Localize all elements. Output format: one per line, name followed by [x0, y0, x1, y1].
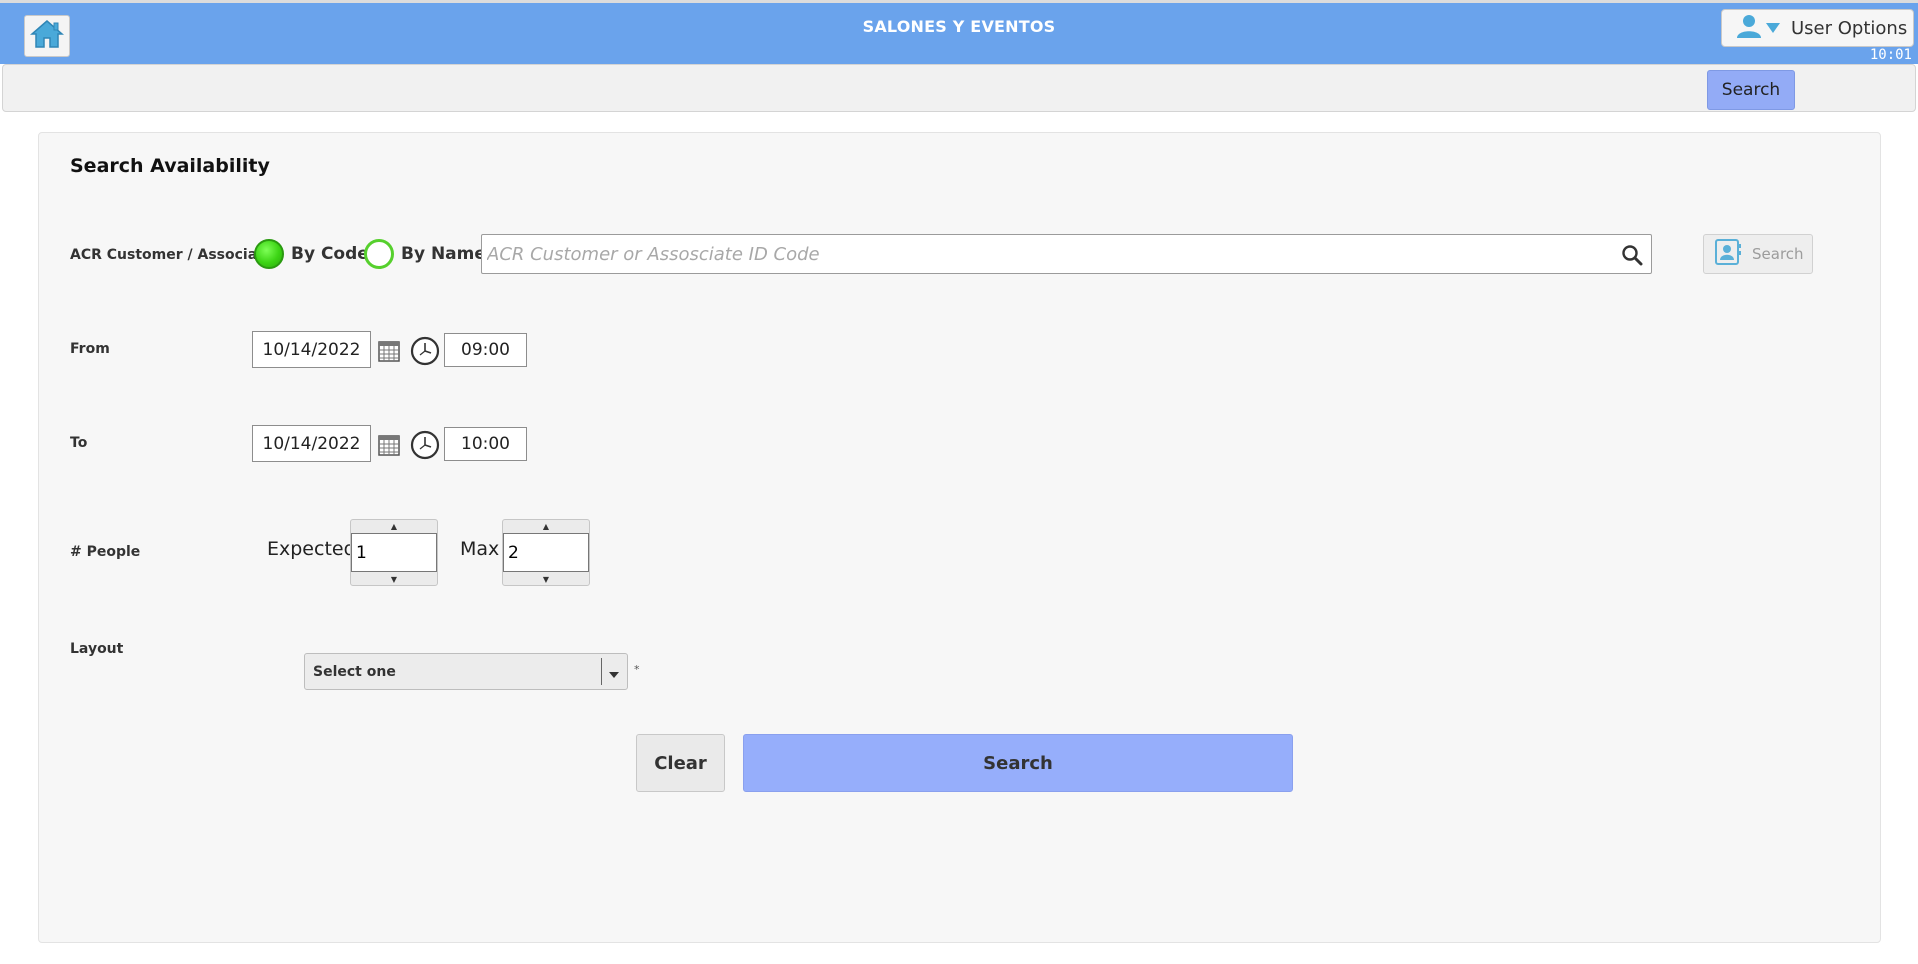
clock: 10:01 — [1869, 47, 1912, 63]
from-date-input[interactable]: 10/14/2022 — [252, 331, 371, 368]
contact-search-label: Search — [1752, 245, 1804, 263]
user-options-button[interactable]: User Options — [1721, 9, 1914, 47]
max-stepper[interactable]: ▲ ▼ — [502, 519, 590, 586]
from-time-input[interactable]: 09:00 — [444, 333, 527, 367]
expected-stepper[interactable]: ▲ ▼ — [350, 519, 438, 586]
customer-label: ACR Customer / Associate — [70, 247, 274, 263]
clock-icon[interactable] — [410, 430, 440, 464]
from-label: From — [70, 341, 110, 357]
app-header: SALONES Y EVENTOS User Options 10:01 — [0, 0, 1918, 64]
increment-icon[interactable]: ▲ — [503, 522, 589, 531]
customer-id-input[interactable] — [482, 235, 1602, 273]
clock-icon[interactable] — [410, 336, 440, 370]
clear-button[interactable]: Clear — [636, 734, 725, 792]
radio-by-name[interactable] — [364, 239, 394, 269]
page-title: Search Availability — [70, 155, 270, 177]
radio-by-code[interactable] — [254, 239, 284, 269]
layout-selected-value: Select one — [313, 664, 396, 680]
user-icon — [1736, 14, 1762, 42]
radio-by-code-label[interactable]: By Code — [291, 244, 369, 264]
toolbar-search-button[interactable]: Search — [1707, 70, 1795, 110]
decrement-icon[interactable]: ▼ — [503, 575, 589, 584]
user-options-label: User Options — [1791, 17, 1908, 39]
customer-id-field[interactable] — [481, 234, 1652, 274]
radio-by-name-label[interactable]: By Name — [401, 244, 486, 264]
required-marker: * — [634, 663, 640, 676]
expected-input[interactable] — [351, 533, 437, 572]
layout-label: Layout — [70, 641, 124, 657]
layout-select[interactable]: Select one — [304, 653, 628, 690]
contact-search-button[interactable]: Search — [1703, 234, 1813, 274]
people-label: # People — [70, 544, 141, 560]
chevron-down-icon — [1765, 19, 1781, 38]
increment-icon[interactable]: ▲ — [351, 522, 437, 531]
app-title: SALONES Y EVENTOS — [862, 17, 1056, 36]
contact-card-icon — [1714, 238, 1742, 270]
search-button[interactable]: Search — [743, 734, 1293, 792]
max-label: Max — [460, 538, 500, 560]
search-availability-panel: Search Availability ACR Customer / Assoc… — [38, 132, 1881, 943]
calendar-icon[interactable] — [377, 339, 401, 367]
toolbar: Search — [2, 64, 1916, 112]
decrement-icon[interactable]: ▼ — [351, 575, 437, 584]
search-icon[interactable] — [1621, 244, 1643, 270]
max-input[interactable] — [503, 533, 589, 572]
to-time-input[interactable]: 10:00 — [444, 427, 527, 461]
select-divider — [601, 658, 602, 685]
to-date-input[interactable]: 10/14/2022 — [252, 425, 371, 462]
to-label: To — [70, 435, 88, 451]
expected-label: Expected — [267, 538, 356, 560]
chevron-down-icon[interactable] — [607, 665, 621, 684]
calendar-icon[interactable] — [377, 433, 401, 461]
